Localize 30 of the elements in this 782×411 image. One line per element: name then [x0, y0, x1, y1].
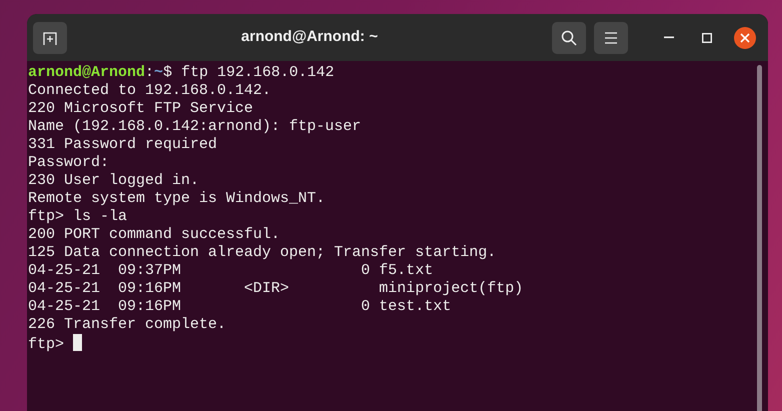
- close-icon: [734, 26, 756, 48]
- output-line: 04-25-21 09:37PM 0 f5.txt: [28, 262, 434, 280]
- menu-icon: [604, 32, 618, 44]
- output-line: 200 PORT command successful.: [28, 226, 282, 244]
- search-icon: [561, 30, 577, 46]
- output-line: Password:: [28, 154, 110, 172]
- output-line: 220 Microsoft FTP Service: [28, 100, 254, 118]
- output-line: 125 Data connection already open; Transfer starting.: [28, 244, 498, 262]
- output-line: Name (192.168.0.142:arnond): ftp-user: [28, 118, 362, 136]
- new-tab-button[interactable]: [33, 22, 67, 54]
- prompt-separator: :: [145, 64, 154, 81]
- search-button[interactable]: [552, 22, 586, 54]
- command-text: $ ftp 192.168.0.142: [163, 64, 334, 81]
- output-line: 226 Transfer complete.: [28, 316, 228, 334]
- menu-button[interactable]: [594, 22, 628, 54]
- minimize-icon: [664, 36, 674, 39]
- maximize-icon: [702, 32, 712, 42]
- output-line: 04-25-21 09:16PM <DIR> miniproject(ftp): [28, 280, 524, 298]
- output-line: 04-25-21 09:16PM 0 test.txt: [28, 298, 452, 316]
- output-line: 230 User logged in.: [28, 172, 200, 190]
- output-line: 331 Password required: [28, 136, 218, 154]
- output-line: Remote system type is Windows_NT.: [28, 190, 326, 208]
- new-tab-icon: [42, 30, 58, 46]
- prompt-path: ~: [154, 64, 164, 81]
- window-title: arnond@Arnond: ~: [240, 27, 379, 48]
- output-line: Connected to 192.168.0.142.: [28, 82, 272, 100]
- prompt-user-host: arnond@Arnond: [28, 64, 146, 81]
- output-line: ftp> ls -la: [28, 208, 128, 226]
- ftp-prompt: ftp>: [28, 336, 64, 353]
- scrollbar[interactable]: [757, 65, 762, 411]
